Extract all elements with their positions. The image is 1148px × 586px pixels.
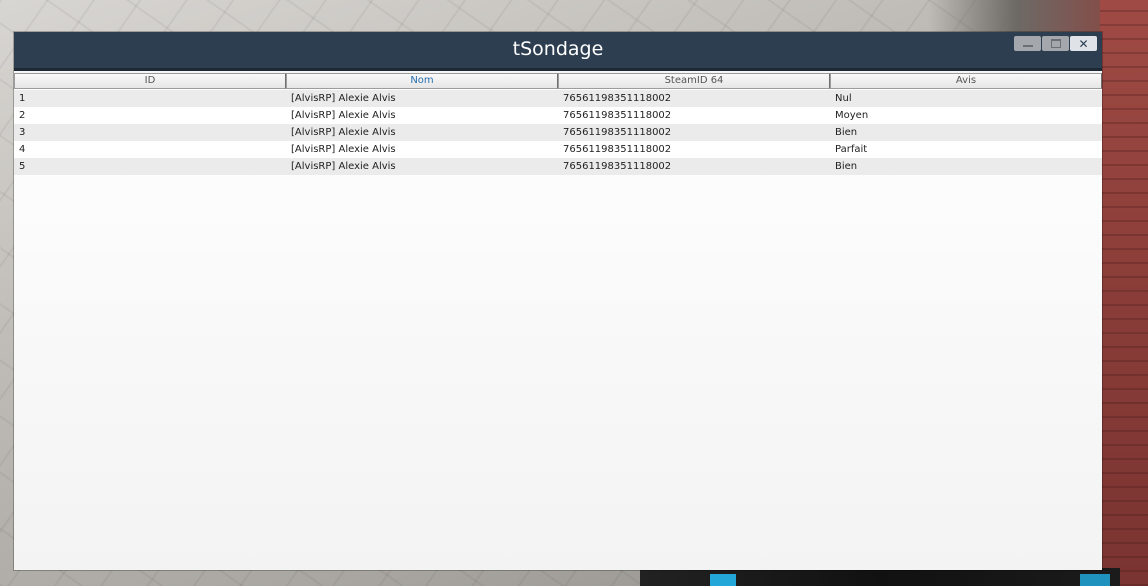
cell-id: 2 — [19, 110, 26, 121]
cell-id: 3 — [19, 127, 26, 138]
minimize-icon — [1022, 45, 1033, 47]
cell-id: 4 — [19, 144, 26, 155]
table-row[interactable]: 3 [AlvisRP] Alexie Alvis 765611983511180… — [14, 124, 1102, 141]
cell-avis: Bien — [835, 161, 858, 172]
cell-nom: [AlvisRP] Alexie Alvis — [291, 161, 396, 172]
table-row[interactable]: 4 [AlvisRP] Alexie Alvis 765611983511180… — [14, 141, 1102, 158]
cell-steamid: 76561198351118002 — [563, 144, 672, 155]
weapon-accent — [1080, 574, 1110, 586]
table-row[interactable]: 2 [AlvisRP] Alexie Alvis 765611983511180… — [14, 107, 1102, 124]
survey-window: tSondage ✕ ID Nom SteamID 64 Avis 1 [Alv… — [14, 32, 1102, 570]
cell-avis: Moyen — [835, 110, 869, 121]
background-brick-wall — [1100, 0, 1148, 586]
cell-nom: [AlvisRP] Alexie Alvis — [291, 110, 396, 121]
close-icon: ✕ — [1078, 36, 1089, 51]
list-rows: 1 [AlvisRP] Alexie Alvis 765611983511180… — [14, 90, 1102, 175]
window-controls: ✕ — [1014, 36, 1097, 51]
weapon-accent — [710, 574, 736, 586]
column-header-nom[interactable]: Nom — [286, 73, 558, 89]
column-header-id[interactable]: ID — [14, 73, 286, 89]
list-header: ID Nom SteamID 64 Avis — [14, 73, 1102, 89]
cell-avis: Parfait — [835, 144, 868, 155]
cell-id: 1 — [19, 93, 26, 104]
cell-nom: [AlvisRP] Alexie Alvis — [291, 93, 396, 104]
cell-steamid: 76561198351118002 — [563, 127, 672, 138]
maximize-button[interactable] — [1042, 36, 1069, 51]
window-title: tSondage — [512, 38, 604, 60]
cell-steamid: 76561198351118002 — [563, 110, 672, 121]
close-button[interactable]: ✕ — [1070, 36, 1097, 51]
cell-steamid: 76561198351118002 — [563, 161, 672, 172]
maximize-icon — [1050, 39, 1061, 48]
cell-avis: Nul — [835, 93, 852, 104]
column-header-avis[interactable]: Avis — [830, 73, 1102, 89]
table-row[interactable]: 1 [AlvisRP] Alexie Alvis 765611983511180… — [14, 90, 1102, 107]
survey-list[interactable]: ID Nom SteamID 64 Avis 1 [AlvisRP] Alexi… — [14, 73, 1102, 570]
cell-avis: Bien — [835, 127, 858, 138]
cell-id: 5 — [19, 161, 26, 172]
table-row[interactable]: 5 [AlvisRP] Alexie Alvis 765611983511180… — [14, 158, 1102, 175]
cell-steamid: 76561198351118002 — [563, 93, 672, 104]
column-header-steamid[interactable]: SteamID 64 — [558, 73, 830, 89]
window-titlebar[interactable]: tSondage ✕ — [14, 32, 1102, 71]
cell-nom: [AlvisRP] Alexie Alvis — [291, 127, 396, 138]
cell-nom: [AlvisRP] Alexie Alvis — [291, 144, 396, 155]
minimize-button[interactable] — [1014, 36, 1041, 51]
